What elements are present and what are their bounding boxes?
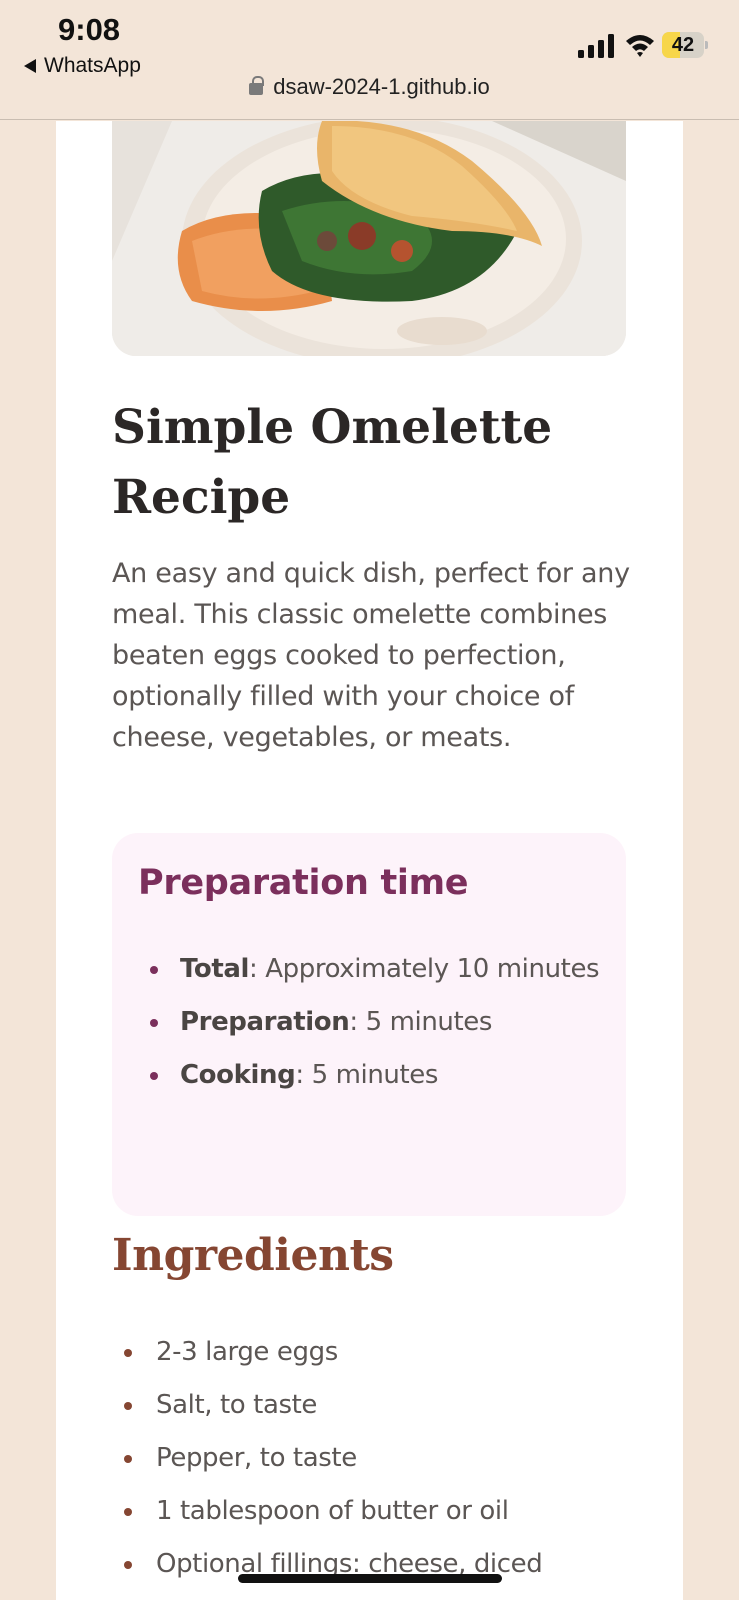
bullet-icon bbox=[124, 1455, 132, 1463]
list-item: Preparation: 5 minutes bbox=[150, 1002, 600, 1043]
recipe-card: Simple Omelette Recipe An easy and quick… bbox=[56, 121, 683, 1600]
list-item: Pepper, to taste bbox=[124, 1438, 626, 1479]
battery-level: 42 bbox=[671, 34, 695, 56]
prep-item-label: Cooking bbox=[180, 1060, 296, 1090]
list-item: Total: Approximately 10 minutes bbox=[150, 949, 600, 990]
prep-item-label: Preparation bbox=[180, 1007, 350, 1037]
signal-icon bbox=[578, 34, 614, 58]
preparation-heading: Preparation time bbox=[138, 863, 469, 903]
recipe-intro: An easy and quick dish, perfect for any … bbox=[112, 558, 630, 753]
hero-image bbox=[112, 121, 626, 356]
ingredients-list: 2-3 large eggs Salt, to taste Pepper, to… bbox=[124, 1332, 626, 1597]
bullet-icon bbox=[124, 1402, 132, 1410]
status-bar: 9:08 WhatsApp 42 dsaw-2024-1.github.io bbox=[0, 0, 739, 120]
prep-item-label: Total bbox=[180, 954, 250, 984]
back-arrow-icon bbox=[24, 59, 36, 73]
list-item: Cooking: 5 minutes bbox=[150, 1055, 600, 1096]
bullet-icon bbox=[124, 1561, 132, 1569]
battery-icon: 42 bbox=[662, 32, 708, 58]
bullet-icon bbox=[124, 1349, 132, 1357]
prep-item-value: : Approximately 10 minutes bbox=[249, 954, 600, 984]
prep-item-value: : 5 minutes bbox=[295, 1060, 439, 1090]
ingredient-text: 1 tablespoon of butter or oil bbox=[156, 1496, 509, 1526]
list-item: 1 tablespoon of butter or oil bbox=[124, 1491, 626, 1532]
ingredient-text: 2-3 large eggs bbox=[156, 1337, 338, 1367]
bullet-icon bbox=[150, 1072, 158, 1080]
list-item: Salt, to taste bbox=[124, 1385, 626, 1426]
prep-item-value: : 5 minutes bbox=[349, 1007, 493, 1037]
ingredient-text: Salt, to taste bbox=[156, 1390, 318, 1420]
lock-icon bbox=[249, 76, 265, 95]
preparation-time-box: Preparation time Total: Approximately 10… bbox=[112, 833, 626, 1216]
home-indicator[interactable] bbox=[238, 1574, 502, 1583]
wifi-icon bbox=[626, 35, 654, 57]
address-bar[interactable]: dsaw-2024-1.github.io bbox=[0, 74, 739, 100]
preparation-list: Total: Approximately 10 minutes Preparat… bbox=[150, 949, 600, 1108]
ingredients-heading: Ingredients bbox=[112, 1230, 394, 1281]
status-time: 9:08 bbox=[58, 12, 121, 47]
page-title: Simple Omelette Recipe bbox=[112, 400, 553, 525]
list-item: 2-3 large eggs bbox=[124, 1332, 626, 1373]
bullet-icon bbox=[150, 1019, 158, 1027]
ingredient-text: Pepper, to taste bbox=[156, 1443, 357, 1473]
bullet-icon bbox=[124, 1508, 132, 1516]
bullet-icon bbox=[150, 966, 158, 974]
url-text: dsaw-2024-1.github.io bbox=[273, 74, 490, 99]
